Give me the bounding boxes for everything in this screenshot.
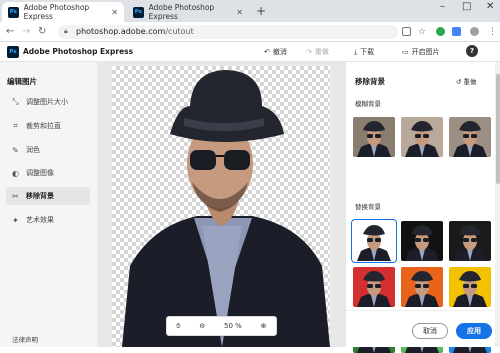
reset-button[interactable]: ↺ 重做 <box>456 76 477 86</box>
browser-tab-strip: Ps Adobe Photoshop Express ✕ Ps Adobe Ph… <box>0 0 500 22</box>
replace-thumbnail[interactable] <box>449 267 491 307</box>
panel-scrollbar[interactable] <box>495 62 500 347</box>
remove-background-panel: 移除背景 ↺ 重做 模糊背景 替换背景 取消 应用 <box>345 62 500 353</box>
hand-tool-icon[interactable]: ✋︎ <box>176 322 180 331</box>
back-icon[interactable]: ← <box>6 26 14 37</box>
crop-icon: ⌗ <box>13 121 18 130</box>
photoshop-favicon-icon: Ps <box>133 6 144 18</box>
transparent-canvas[interactable] <box>112 66 330 347</box>
tab-title: Adobe Photoshop Express <box>23 3 90 21</box>
photoshop-favicon-icon: Ps <box>8 6 19 18</box>
left-lens <box>190 150 216 170</box>
close-tab-icon[interactable]: ✕ <box>111 8 118 17</box>
reload-icon[interactable]: ↻ <box>38 26 46 37</box>
new-tab-button[interactable]: + <box>256 4 266 18</box>
panel-footer: 取消 应用 <box>346 310 495 347</box>
replace-thumbnail-selected[interactable] <box>351 219 397 263</box>
sidebar-item-adjust[interactable]: ◐ 调整图像 <box>6 164 90 182</box>
app-header: Ps Adobe Photoshop Express ↶ 撤消 ↷ 重做 ⤓ 下载 ▭… <box>0 42 500 62</box>
translate-icon[interactable] <box>402 27 411 36</box>
replace-thumbnail[interactable] <box>449 221 491 261</box>
url-text: photoshop.adobe.com/cutout <box>76 27 194 36</box>
panel-title: 移除背景 <box>355 77 385 86</box>
browser-toolbar: ← → ↻ 🔒︎ photoshop.adobe.com/cutout ☆ ⋮ <box>0 22 500 42</box>
sidebar-item-resize[interactable]: ⤡ 调整图片大小 <box>6 93 90 111</box>
forward-icon[interactable]: → <box>22 26 30 37</box>
zoom-out-icon[interactable]: ⊖ <box>199 322 205 330</box>
resize-icon: ⤡ <box>12 97 19 106</box>
scissors-icon: ✂ <box>12 191 19 201</box>
app-title: Adobe Photoshop Express <box>23 47 134 56</box>
apply-button[interactable]: 应用 <box>456 323 492 339</box>
browser-tab-active[interactable]: Ps Adobe Photoshop Express ✕ <box>2 2 124 22</box>
undo-button[interactable]: ↶ 撤消 <box>264 47 287 57</box>
profile-avatar[interactable] <box>470 27 479 36</box>
help-icon[interactable]: ? <box>466 45 478 57</box>
legal-link[interactable]: 法律声明 <box>12 334 38 344</box>
replace-background-label: 替换背景 <box>355 203 381 211</box>
brush-icon: ✎ <box>12 145 19 155</box>
redo-button[interactable]: ↷ 重做 <box>306 47 329 57</box>
zoom-toolbar: ✋︎ ⊖ 50 % ⊕ <box>166 316 277 336</box>
edit-sidebar: 编辑图片 ⤡ 调整图片大小 ⌗ 裁剪和拉直 ✎ 润色 ◐ 调整图像 ✂ 移除背景 ✦ 艺术效… <box>0 62 97 347</box>
blur-background-label: 模糊背景 <box>355 100 381 108</box>
close-tab-icon[interactable]: ✕ <box>236 8 243 17</box>
hat <box>170 70 284 142</box>
effects-icon: ✦ <box>12 215 19 225</box>
zoom-level: 50 % <box>224 322 242 330</box>
right-lens <box>224 150 250 170</box>
open-image-button[interactable]: ▭ 开启图片 <box>402 47 440 57</box>
close-window-icon[interactable]: ✕ <box>486 1 494 12</box>
photoshop-logo: Ps <box>7 46 19 58</box>
adjust-icon: ◐ <box>12 168 19 178</box>
star-icon[interactable]: ☆ <box>418 27 427 37</box>
sidebar-item-remove-background[interactable]: ✂ 移除背景 <box>6 187 90 205</box>
minimize-window-icon[interactable]: – <box>440 1 445 12</box>
lock-icon: 🔒︎ <box>64 27 68 35</box>
zoom-in-icon[interactable]: ⊕ <box>261 322 267 330</box>
address-bar[interactable]: 🔒︎ photoshop.adobe.com/cutout <box>58 25 398 39</box>
undo-icon: ↶ <box>264 48 270 56</box>
blur-thumbnail[interactable] <box>401 117 443 157</box>
browser-tab[interactable]: Ps Adobe Photoshop Express ✕ <box>127 2 249 22</box>
cutout-photo <box>122 70 330 347</box>
blur-thumbnail[interactable] <box>353 117 395 157</box>
image-icon: ▭ <box>402 48 409 56</box>
sidebar-heading: 编辑图片 <box>7 77 37 86</box>
sidebar-item-crop[interactable]: ⌗ 裁剪和拉直 <box>6 117 90 135</box>
scrollbar-thumb[interactable] <box>496 74 500 184</box>
blur-thumbnail[interactable] <box>449 117 491 157</box>
cancel-button[interactable]: 取消 <box>412 323 448 339</box>
tab-title: Adobe Photoshop Express <box>148 3 215 21</box>
maximize-window-icon[interactable]: □ <box>462 1 471 12</box>
sidebar-item-effects[interactable]: ✦ 艺术效果 <box>6 211 90 229</box>
replace-thumbnail[interactable] <box>401 267 443 307</box>
extension-shield-icon[interactable] <box>436 27 445 36</box>
sidebar-item-retouch[interactable]: ✎ 润色 <box>6 141 90 159</box>
extension-icon[interactable] <box>452 27 461 36</box>
canvas-area: ✋︎ ⊖ 50 % ⊕ <box>97 62 345 347</box>
browser-menu-icon[interactable]: ⋮ <box>488 27 497 37</box>
replace-thumbnail[interactable] <box>401 221 443 261</box>
reset-icon: ↺ <box>456 78 462 86</box>
redo-icon: ↷ <box>306 48 312 56</box>
download-icon: ⤓ <box>354 47 358 56</box>
download-button[interactable]: ⤓ 下载 <box>354 47 374 57</box>
replace-thumbnail[interactable] <box>353 267 395 307</box>
